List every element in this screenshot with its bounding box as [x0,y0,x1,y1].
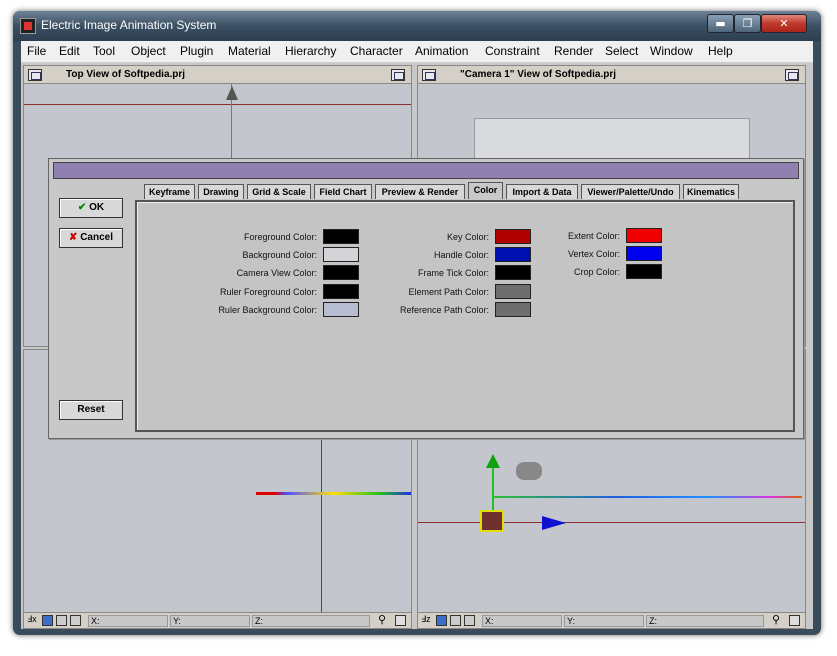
menu-select[interactable]: Select [605,44,638,58]
menu-file[interactable]: File [27,44,46,58]
tab-drawing[interactable]: Drawing [198,184,244,199]
z-coordinate-field[interactable]: Z: [646,615,764,627]
tab-color[interactable]: Color [468,182,503,199]
viewport-menu-icon[interactable] [28,69,42,81]
preferences-dialog: ✔ OK ✘ Cancel Reset Keyframe Drawing Gri… [48,158,804,439]
menu-hierarchy[interactable]: Hierarchy [285,44,336,58]
x-coordinate-field[interactable]: X: [88,615,168,627]
viewport-title: "Camera 1" View of Softpedia.prj [460,69,617,80]
axis-icon: Ⅎz [421,614,431,624]
menu-tool[interactable]: Tool [93,44,115,58]
motion-path [256,492,411,495]
tab-grid-scale[interactable]: Grid & Scale [247,184,311,199]
app-window: Electric Image Animation System ▬ ❐ ✕ Fi… [13,11,821,635]
crop-color-swatch[interactable] [626,264,662,279]
viewport-status-bar: Ⅎx X: Y: Z: ⚲ [24,612,411,628]
motion-path [492,496,802,498]
menu-window[interactable]: Window [650,44,693,58]
extent-color-swatch[interactable] [626,228,662,243]
tab-field-chart[interactable]: Field Chart [314,184,372,199]
grid-axis-line [418,522,805,523]
camera-icon[interactable] [56,615,67,626]
x-icon: ✘ [69,232,81,243]
menu-edit[interactable]: Edit [59,44,80,58]
globe-icon[interactable] [42,615,53,626]
foreground-color-label: Foreground Color: [243,232,317,242]
x-arrow-icon [542,516,566,530]
y-coordinate-field[interactable]: Y: [170,615,250,627]
display-icon[interactable] [70,615,81,626]
camera-arrow-icon [226,86,238,100]
x-coordinate-field[interactable]: X: [482,615,562,627]
extent-color-label: Extent Color: [567,231,620,241]
cancel-label: Cancel [80,232,113,243]
menu-object[interactable]: Object [131,44,166,58]
camera-view-color-label: Camera View Color: [236,268,317,278]
reference-path-color-swatch[interactable] [495,302,531,317]
viewport-title: Top View of Softpedia.prj [66,69,186,80]
globe-icon[interactable] [436,615,447,626]
frame-tick-color-label: Frame Tick Color: [417,268,489,278]
vertex-color-swatch[interactable] [626,246,662,261]
title-bar: Electric Image Animation System ▬ ❐ ✕ [13,11,821,41]
camera-object[interactable] [516,462,542,480]
reset-button[interactable]: Reset [59,400,123,420]
viewport-titlebar: "Camera 1" View of Softpedia.prj [418,66,805,84]
display-icon[interactable] [464,615,475,626]
background-color-label: Background Color: [242,250,317,260]
close-button[interactable]: ✕ [761,14,807,33]
axis-icon: Ⅎx [27,614,37,624]
grid-axis-line [321,430,322,614]
menu-character[interactable]: Character [350,44,403,58]
menu-material[interactable]: Material [228,44,271,58]
key-color-label: Key Color: [446,232,489,242]
handle-color-label: Handle Color: [433,250,489,260]
reference-path-color-label: Reference Path Color: [399,305,489,315]
selected-object[interactable] [480,510,504,532]
menu-render[interactable]: Render [554,44,593,58]
viewport-menu-icon[interactable] [422,69,436,81]
menu-help[interactable]: Help [708,44,733,58]
camera-icon[interactable] [450,615,461,626]
ok-button[interactable]: ✔ OK [59,198,123,218]
y-arrow-icon [486,454,500,468]
viewport-maximize-icon[interactable] [785,69,799,81]
check-icon: ✔ [77,202,90,213]
color-settings-panel: Foreground Color: Background Color: Came… [135,200,795,432]
y-coordinate-field[interactable]: Y: [564,615,644,627]
cancel-button[interactable]: ✘ Cancel [59,228,123,248]
menu-bar: File Edit Tool Object Plugin Material Hi… [21,41,813,63]
resize-grip-icon[interactable] [395,615,406,626]
zoom-icon[interactable]: ⚲ [772,613,780,626]
ruler-background-color-label: Ruler Background Color: [218,305,317,315]
tab-preview-render[interactable]: Preview & Render [375,184,465,199]
viewport-status-bar: Ⅎz X: Y: Z: ⚲ [418,612,805,628]
menu-plugin[interactable]: Plugin [180,44,213,58]
grid-axis-line [24,104,411,105]
client-area: File Edit Tool Object Plugin Material Hi… [21,41,813,629]
element-path-color-swatch[interactable] [495,284,531,299]
ruler-foreground-color-label: Ruler Foreground Color: [219,287,317,297]
z-coordinate-field[interactable]: Z: [252,615,370,627]
element-path-color-label: Element Path Color: [408,287,489,297]
resize-grip-icon[interactable] [789,615,800,626]
menu-constraint[interactable]: Constraint [485,44,540,58]
dialog-titlebar [53,162,799,179]
viewport-maximize-icon[interactable] [391,69,405,81]
crop-color-label: Crop Color: [573,267,620,277]
vertex-color-label: Vertex Color: [567,249,620,259]
maximize-button[interactable]: ❐ [734,14,761,33]
window-title: Electric Image Animation System [41,18,217,32]
zoom-icon[interactable]: ⚲ [378,613,386,626]
tab-keyframe[interactable]: Keyframe [144,184,195,199]
menu-animation[interactable]: Animation [415,44,468,58]
tab-kinematics[interactable]: Kinematics [683,184,739,199]
viewport-titlebar: Top View of Softpedia.prj [24,66,411,84]
tab-viewer-palette-undo[interactable]: Viewer/Palette/Undo [581,184,680,199]
minimize-button[interactable]: ▬ [707,14,734,33]
app-icon [20,18,36,34]
tab-import-data[interactable]: Import & Data [506,184,578,199]
ok-label: OK [89,202,105,213]
